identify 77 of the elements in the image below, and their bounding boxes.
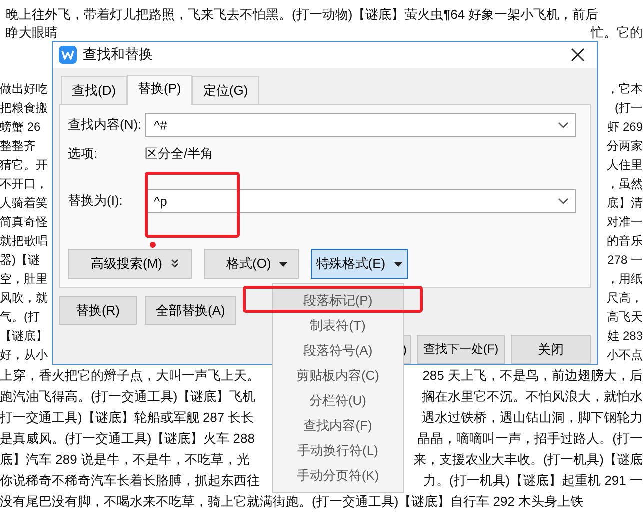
document-text: 虾 269 [608,119,643,136]
document-text: 睁大眼睛 [6,24,58,42]
document-text: 高飞天 [607,309,643,326]
document-text: 把粮食搬 [0,100,48,117]
document-text: 器)【谜 [0,252,40,269]
document-text: 来，支援农业大丰收。(打一机具)【谜底 [413,451,643,469]
field-label: 替换为(I): [68,192,124,210]
menu-item[interactable]: 手动分页符(K) [273,463,403,488]
document-text: 空，肚里 [0,271,48,288]
menu-item[interactable]: 段落符号(A) [273,338,403,363]
document-text: 的音乐 [607,233,643,250]
document-text: 娃 283 [608,328,643,345]
find-field[interactable]: ^# [145,113,576,138]
caret-icon [279,262,288,266]
document-text: 对准一 [607,214,643,231]
document-text: 打一交通工具)【谜底】轮船或军舰 287 长长 [0,409,254,427]
document-text: 分两家 [607,138,643,155]
menu-item[interactable]: 制表符(T) [273,313,403,338]
dialog-button[interactable]: 查找下一处(F) [417,335,505,364]
document-text: 螃蟹 26 [0,119,41,136]
document-text: 285 天上飞，不是鸟，前边翅膀大，后 [422,367,643,385]
format-menu-button[interactable]: 高级搜索(M) [68,249,192,279]
document-text: 整整齐 [0,138,36,155]
caret-icon [394,262,403,266]
tab[interactable]: 替换(P) [127,75,192,106]
chevron-down-icon [558,122,569,129]
menu-item[interactable]: 手动换行符(L) [273,438,403,463]
document-text: 不开口， [0,176,48,193]
document-text: (打一 [615,100,643,117]
document-text: 气。(打 [0,309,40,326]
dialog-title: 查找和替换 [83,46,154,64]
document-text: 278 一 [608,252,643,269]
menu-item[interactable]: 剪贴板内容(C) [273,363,403,388]
document-text: 没有尾巴没有脚，不喝水来不吃草，骑上它就满街跑。(打一交通工具)【谜底】自行车 292 木头身上铁 [0,493,584,511]
document-text: ，它本 [607,81,643,98]
menu-item[interactable]: 查找内容(F) [273,413,403,438]
document-text: 底】清 [607,195,643,212]
document-text: ，虽然 [607,176,643,193]
document-text: 底】汽车 289 说是牛，不是牛，不吃草，光 [0,451,250,469]
options-text: 区分全/半角 [145,145,214,164]
menu-item[interactable]: 分栏符(U) [273,388,403,413]
replace-button[interactable]: 全部替换(A) [145,296,236,325]
document-text: 遇水过铁桥，遇山钻山洞，脚下钢轮力 [422,409,643,427]
document-text: 好，从小 [0,347,48,364]
document-text: 你说稀奇不稀奇汽车长着长胳膊，抓起东西往 [0,472,260,490]
app-logo-icon [59,46,77,64]
document-text: 晶晶，嘀嘀叫一声，招手过路人。(打一 [418,430,643,448]
field-label: 查找内容(N): [68,116,143,134]
dialog-button[interactable]: 关闭 [511,335,591,364]
document-text: 上穿，香火把它的辫子点，大叫一声飞上天。 [0,367,260,385]
document-text: 搁在水里它不沉。不怕风浪大，就怕水 [422,388,643,406]
format-menu-button[interactable]: 格式(O) [204,249,300,279]
double-chevron-icon [170,259,178,269]
document-text: 人骑着笑 [0,195,48,212]
replace-button[interactable]: 替换(R) [59,296,137,325]
document-text: 力。(打一机具)【谜底】起重机 291 一 [423,472,643,490]
document-text: 风吹，就 [0,290,48,307]
replace-field[interactable]: ^p [145,189,576,214]
chevron-down-icon [558,198,569,205]
document-text: 跑汽油飞得高。(打一交通工具)【谜底】飞机 [0,388,256,406]
document-text: ，用纸 [607,271,643,288]
document-text: 【谜底】 [0,328,48,345]
tab[interactable]: 查找(D) [61,76,128,104]
close-icon [571,48,585,62]
document-text: 猜它。开 [0,157,48,174]
format-menu-button[interactable]: 特殊格式(E) [311,249,408,279]
document-text: 晚上往外飞，带着灯儿把路照，飞来飞去不怕黑。(打一动物)【谜底】萤火虫¶64 好象一架小飞机，前后 [6,6,599,24]
field-label: 选项: [68,145,99,164]
tab[interactable]: 定位(G) [192,76,260,104]
document-text: 人住里 [607,157,643,174]
document-text: 尺高， [607,290,643,307]
document-text: 是真威风。(打一交通工具)【谜底】火车 288 [0,430,255,448]
document-text: 做出好吃 [0,81,48,98]
document-text: 就把歌唱 [0,233,48,250]
document-text: 忙。它的 [591,24,643,42]
document-text: 小不点 [607,347,643,364]
document-text: 简真奇怪 [0,214,48,231]
